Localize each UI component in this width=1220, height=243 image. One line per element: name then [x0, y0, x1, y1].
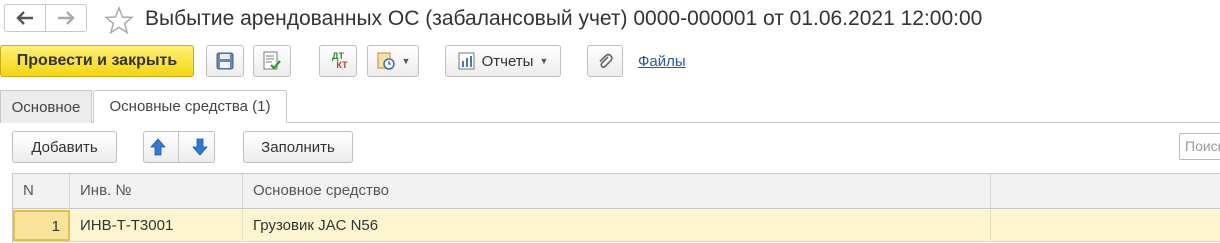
page-title: Выбытие арендованных ОС (забалансовый уч…	[145, 7, 983, 30]
search-input[interactable]: Поиск	[1179, 133, 1220, 160]
files-link[interactable]: Файлы	[638, 53, 686, 70]
reports-button[interactable]: Отчеты ▼	[445, 45, 561, 77]
column-header-empty	[991, 174, 1220, 208]
save-icon	[216, 52, 234, 70]
move-separator	[178, 132, 180, 162]
cell-inv[interactable]: ИНВ-Т-Т3001	[70, 209, 243, 242]
column-header-inv[interactable]: Инв. №	[70, 174, 243, 208]
post-and-close-button[interactable]: Провести и закрыть	[0, 45, 194, 77]
document-clock-icon	[377, 52, 395, 70]
arrow-right-icon	[58, 11, 75, 25]
move-down-icon[interactable]	[191, 138, 208, 156]
move-buttons	[143, 131, 215, 163]
reports-label: Отчеты	[481, 52, 534, 70]
fill-button[interactable]: Заполнить	[243, 131, 353, 163]
tab-main[interactable]: Основное	[0, 90, 92, 123]
dt-kt-button[interactable]: ДТ КТ	[319, 45, 357, 77]
cell-empty[interactable]	[991, 209, 1220, 242]
save-button[interactable]	[206, 45, 244, 77]
add-button[interactable]: Добавить	[12, 131, 117, 163]
column-header-asset[interactable]: Основное средство	[243, 174, 991, 208]
dt-kt-icon: ДТ КТ	[328, 52, 348, 70]
post-button[interactable]	[253, 45, 291, 77]
arrow-left-icon	[16, 11, 33, 25]
chevron-down-icon: ▼	[539, 56, 549, 66]
chevron-down-icon: ▼	[401, 56, 411, 66]
move-up-icon[interactable]	[150, 138, 167, 156]
attach-button[interactable]	[587, 45, 623, 77]
post-document-icon	[263, 51, 281, 70]
column-header-n[interactable]: N	[13, 174, 70, 208]
reports-icon	[458, 52, 475, 70]
paperclip-icon	[599, 53, 613, 68]
table-header: N Инв. № Основное средство	[13, 173, 1220, 209]
table-row[interactable]: 1 ИНВ-Т-Т3001 Грузовик JAC N56	[13, 209, 1220, 242]
cell-n[interactable]: 1	[13, 210, 70, 241]
back-button[interactable]	[4, 4, 46, 32]
favorite-star-icon[interactable]	[104, 6, 134, 34]
cell-asset[interactable]: Грузовик JAC N56	[243, 209, 991, 242]
create-based-on-button[interactable]: ▼	[367, 45, 419, 77]
forward-button[interactable]	[45, 4, 87, 32]
fixed-assets-table: N Инв. № Основное средство 1 ИНВ-Т-Т3001…	[12, 173, 1220, 243]
tab-fixed-assets[interactable]: Основные средства (1)	[93, 90, 287, 123]
kt-label: КТ	[336, 60, 348, 70]
